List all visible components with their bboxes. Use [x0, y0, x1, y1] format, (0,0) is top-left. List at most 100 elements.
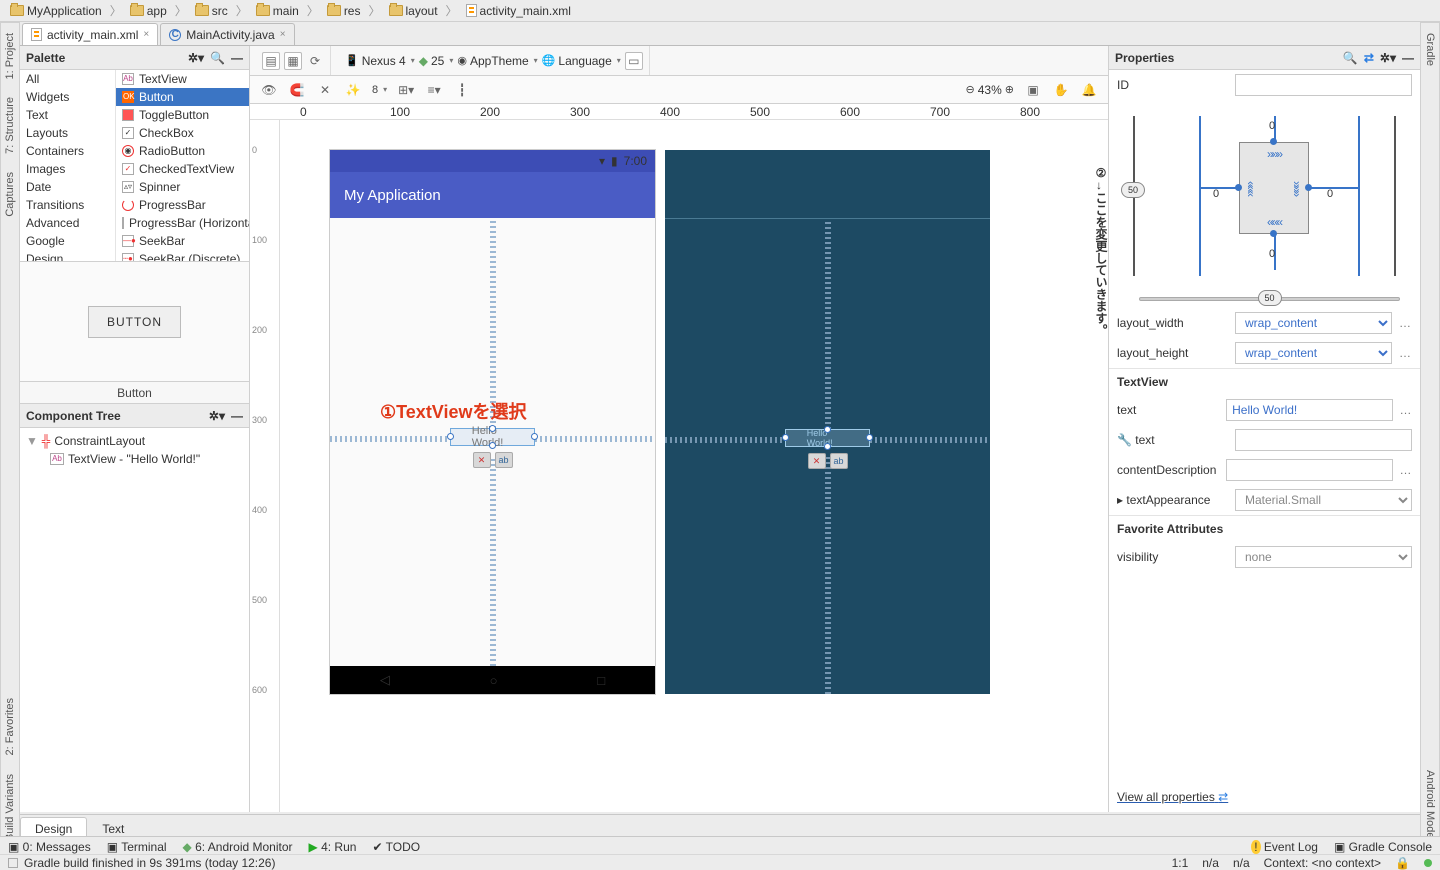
eye-icon[interactable]: 👁 — [260, 81, 278, 99]
tab-mainactivity[interactable]: CMainActivity.java× — [160, 23, 294, 45]
crumb[interactable]: app — [126, 4, 171, 18]
gradle-console-tool[interactable]: ▣ Gradle Console — [1334, 840, 1432, 854]
guideline-icon[interactable]: ┇ — [453, 81, 471, 99]
design-surface-btn[interactable]: ▤ — [262, 52, 280, 70]
clear-constraints-icon[interactable]: ✕ — [316, 81, 334, 99]
id-input[interactable] — [1235, 74, 1412, 96]
bias-v-thumb[interactable]: 50 — [1121, 182, 1145, 198]
palette-cat[interactable]: Transitions — [20, 196, 115, 214]
gear-icon[interactable]: ✲▾ — [1380, 51, 1396, 65]
language-selector[interactable]: 🌐 Language — [542, 54, 621, 68]
collapse-icon[interactable]: — — [231, 409, 243, 423]
more-icon[interactable]: … — [1399, 403, 1412, 417]
palette-cat[interactable]: All — [20, 70, 115, 88]
variants-btn[interactable]: ▭ — [625, 52, 643, 70]
rail-favorites[interactable]: 2: Favorites — [4, 698, 16, 755]
textappearance-select[interactable]: Material.Small — [1235, 489, 1412, 511]
layout-width-select[interactable]: wrap_content — [1235, 312, 1392, 334]
widget-togglebutton[interactable]: ToggleButton — [116, 106, 249, 124]
default-margin[interactable]: 8 — [372, 84, 387, 96]
crumb[interactable]: MyApplication — [6, 4, 106, 18]
infer-constraints-icon[interactable]: ✨ — [344, 81, 362, 99]
widget-checkedtextview[interactable]: ✓CheckedTextView — [116, 160, 249, 178]
rail-structure[interactable]: 7: Structure — [4, 97, 16, 154]
palette-cat[interactable]: Text — [20, 106, 115, 124]
text-input[interactable] — [1226, 399, 1393, 421]
swap-icon[interactable]: ⇄ — [1364, 51, 1374, 65]
blueprint-surface-btn[interactable]: ▦ — [284, 52, 302, 70]
text-tools-input[interactable] — [1235, 429, 1412, 451]
palette-cat[interactable]: Widgets — [20, 88, 115, 106]
palette-cat[interactable]: Layouts — [20, 124, 115, 142]
layout-height-select[interactable]: wrap_content — [1235, 342, 1392, 364]
tree-root[interactable]: ▼╬ConstraintLayout — [22, 432, 247, 450]
widget-button[interactable]: OKButton — [116, 88, 249, 106]
rail-android-model[interactable]: Android Model — [1424, 770, 1436, 841]
selected-textview-bp[interactable]: Hello World! — [785, 429, 870, 447]
delete-constraint-icon[interactable]: ✕ — [473, 452, 491, 468]
more-icon[interactable]: … — [1398, 316, 1412, 330]
theme-selector[interactable]: ◉ AppTheme — [457, 54, 537, 68]
baseline-icon[interactable]: ab — [830, 453, 848, 469]
api-selector[interactable]: ◆25 — [419, 54, 454, 68]
widget-seekbar-d[interactable]: ┄●SeekBar (Discrete) — [116, 250, 249, 261]
notifications-icon[interactable]: 🔔 — [1080, 81, 1098, 99]
event-log-tool[interactable]: ! Event Log — [1251, 840, 1318, 854]
contentdescription-input[interactable] — [1226, 459, 1393, 481]
todo-tool[interactable]: ✔ TODO — [372, 840, 420, 854]
tree-child-textview[interactable]: AbTextView - "Hello World!" — [22, 450, 247, 468]
palette-cat[interactable]: Advanced — [20, 214, 115, 232]
widget-radiobutton[interactable]: ◉RadioButton — [116, 142, 249, 160]
terminal-tool[interactable]: ▣ Terminal — [107, 840, 167, 854]
lock-icon[interactable]: 🔒 — [1395, 856, 1410, 870]
palette-cat[interactable]: Containers — [20, 142, 115, 160]
bias-h-thumb[interactable]: 50 — [1258, 290, 1282, 306]
palette-cat[interactable]: Design — [20, 250, 115, 261]
collapse-icon[interactable]: — — [1402, 51, 1414, 65]
selected-textview[interactable]: Hello World! — [450, 428, 535, 446]
crumb[interactable]: main — [252, 4, 303, 18]
gear-icon[interactable]: ✲▾ — [209, 409, 225, 423]
widget-textview[interactable]: AbTextView — [116, 70, 249, 88]
design-canvas[interactable]: ▾▮7:00 My Application Hello World! ✕ ab — [280, 120, 1108, 812]
widget-progressbar[interactable]: ProgressBar — [116, 196, 249, 214]
close-icon[interactable]: × — [143, 29, 149, 40]
collapse-icon[interactable]: — — [231, 51, 243, 65]
palette-cat[interactable]: Date — [20, 178, 115, 196]
device-selector[interactable]: 📱 Nexus 4 — [345, 54, 415, 68]
zoom-fit-icon[interactable]: ▣ — [1024, 81, 1042, 99]
crumb[interactable]: src — [191, 4, 232, 18]
baseline-icon[interactable]: ab — [495, 452, 513, 468]
gear-icon[interactable]: ✲▾ — [188, 51, 204, 65]
visibility-select[interactable]: none — [1235, 546, 1412, 568]
close-icon[interactable]: × — [280, 29, 286, 40]
crumb[interactable]: activity_main.xml — [462, 4, 575, 18]
align-icon[interactable]: ≡▾ — [425, 81, 443, 99]
more-icon[interactable]: … — [1398, 346, 1412, 360]
widget-seekbar[interactable]: —●SeekBar — [116, 232, 249, 250]
palette-cat[interactable]: Images — [20, 160, 115, 178]
blueprint-preview[interactable]: Hello World! ✕ ab — [665, 150, 990, 694]
memory-indicator[interactable] — [1424, 859, 1432, 867]
search-icon[interactable]: 🔍 — [210, 51, 225, 65]
pack-icon[interactable]: ⊞▾ — [397, 81, 415, 99]
rail-gradle[interactable]: Gradle — [1424, 33, 1436, 66]
widget-progressbar-h[interactable]: ProgressBar (Horizontal) — [116, 214, 249, 232]
messages-tool[interactable]: ▣ 0: Messages — [8, 840, 91, 854]
tab-activity-main[interactable]: activity_main.xml× — [22, 23, 158, 45]
more-icon[interactable]: … — [1399, 463, 1412, 477]
view-all-properties-link[interactable]: View all properties ⇄ — [1109, 782, 1420, 812]
constraint-widget[interactable]: »»» ««« ««« »»» 0 0 0 0 50 — [1109, 106, 1420, 306]
search-icon[interactable]: 🔍 — [1343, 51, 1358, 65]
orientation-btn[interactable]: ⟳ — [306, 52, 324, 70]
rail-build-variants[interactable]: Build Variants — [4, 774, 16, 841]
widget-checkbox[interactable]: ✓CheckBox — [116, 124, 249, 142]
crumb[interactable]: layout — [385, 4, 442, 18]
widget-spinner[interactable]: ▵▿Spinner — [116, 178, 249, 196]
run-tool[interactable]: ▶ 4: Run — [309, 840, 357, 854]
palette-cat[interactable]: Google — [20, 232, 115, 250]
delete-constraint-icon[interactable]: ✕ — [808, 453, 826, 469]
crumb[interactable]: res — [323, 4, 365, 18]
magnet-icon[interactable]: 🧲 — [288, 81, 306, 99]
pan-icon[interactable]: ✋ — [1052, 81, 1070, 99]
